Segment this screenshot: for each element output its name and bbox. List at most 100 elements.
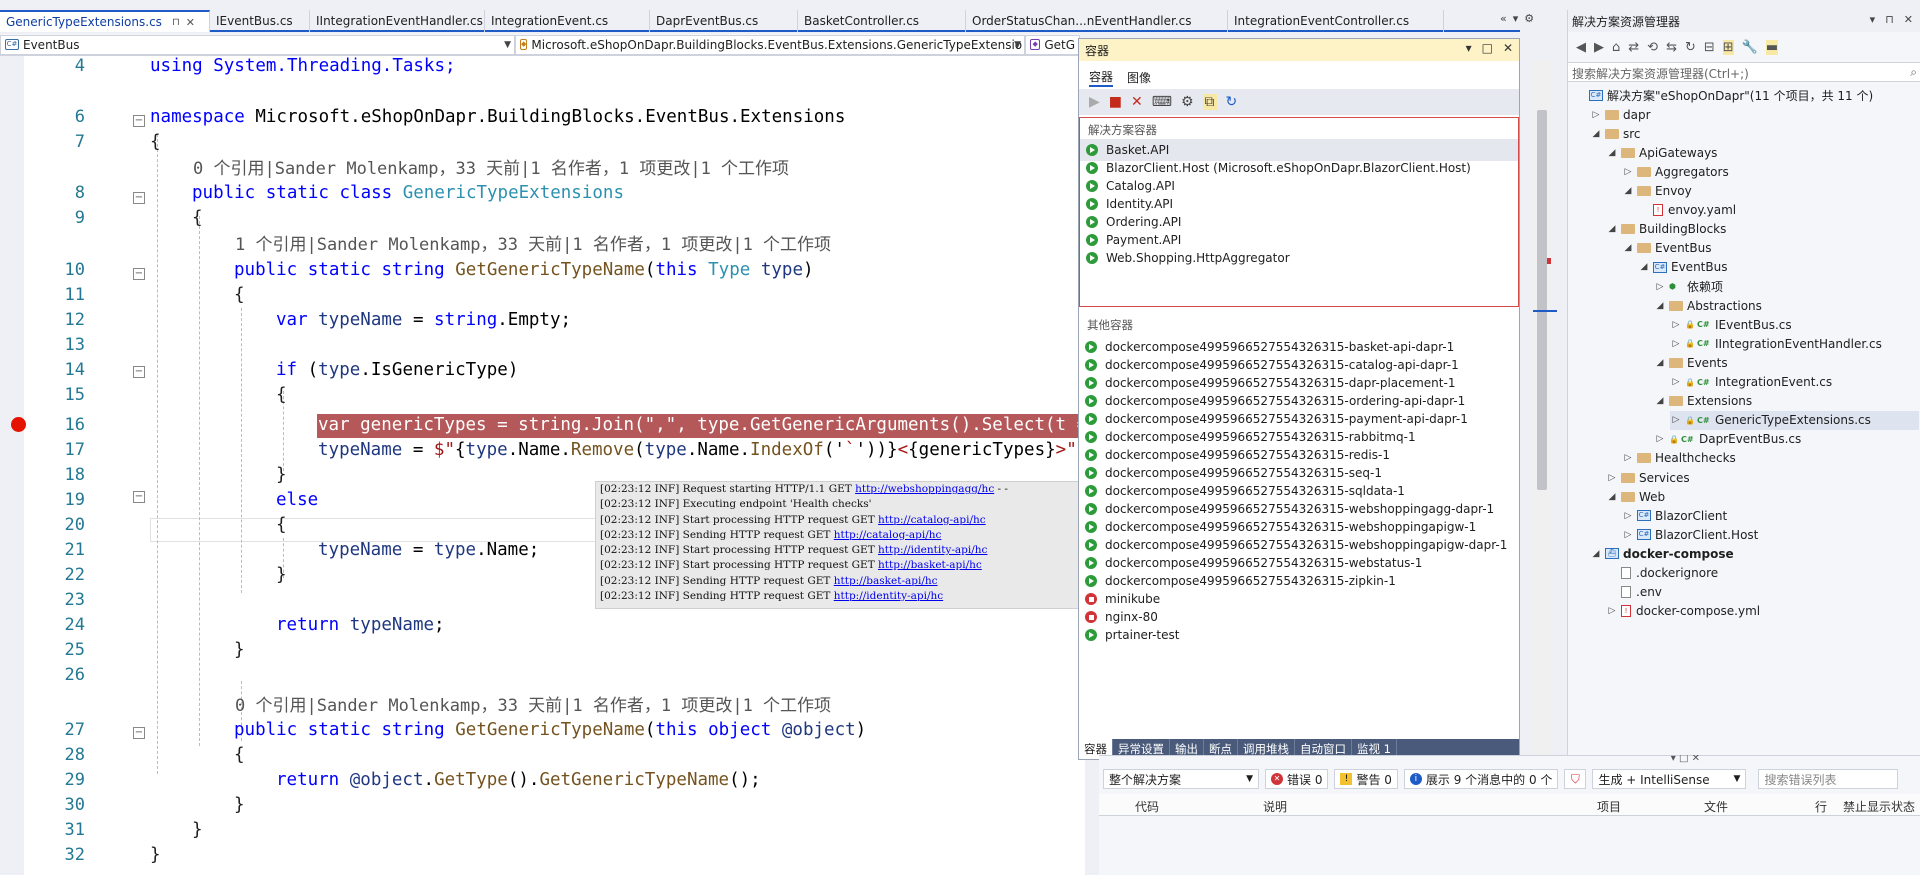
tree-item[interactable]: ▷ 🔒 C# IIntegrationEventHandler.cs <box>1670 334 1919 353</box>
project-selector[interactable]: C# EventBus ▼ <box>0 34 515 55</box>
containers-title-bar[interactable]: 容器 ▾ □ ✕ <box>1079 39 1519 61</box>
expand-arrow-icon[interactable]: ◢ <box>1654 358 1666 368</box>
log-link[interactable]: http://catalog-api/hc <box>878 514 986 526</box>
terminal-icon[interactable]: ⌨ <box>1152 94 1172 110</box>
attach-icon[interactable]: ⚙ <box>1181 94 1194 110</box>
tree-item[interactable]: ▷ 🔒 C# DaprEventBus.cs <box>1654 430 1919 449</box>
close-icon[interactable]: ✕ <box>1904 13 1913 26</box>
pending-changes-icon[interactable]: ⟲ <box>1647 40 1658 55</box>
expand-arrow-icon[interactable]: ▷ <box>1622 511 1634 521</box>
expand-arrow-icon[interactable]: ▷ <box>1622 453 1634 463</box>
container-item[interactable]: Web.Shopping.HttpAggregator <box>1080 247 1518 269</box>
tab-orderstatuschan-neventhandler-cs[interactable]: OrderStatusChan...nEventHandler.cs <box>966 10 1228 32</box>
maximize-icon[interactable]: □ <box>1482 41 1493 55</box>
collapse-all-icon[interactable]: ⊟ <box>1704 40 1715 55</box>
show-all-files-icon[interactable]: ⊞ <box>1722 39 1734 55</box>
window-dropdown-icon[interactable]: ▾ <box>1466 41 1472 55</box>
tree-item[interactable]: ◢ Web <box>1606 487 1919 506</box>
warnings-filter-button[interactable]: ! 警告 0 <box>1334 769 1398 789</box>
tree-item[interactable]: ▷ C# BlazorClient.Host <box>1622 525 1919 544</box>
window-dropdown-icon[interactable]: ▾ <box>1870 13 1876 26</box>
tree-item[interactable]: C# 解决方案"eShopOnDapr"(11 个项目，共 11 个) <box>1574 86 1919 105</box>
tree-item[interactable]: ◢ EventBus <box>1622 239 1919 258</box>
log-link[interactable]: http://basket-api/hc <box>834 575 938 587</box>
log-link[interactable]: http://catalog-api/hc <box>834 529 942 541</box>
tree-item[interactable]: ◢ C# EventBus <box>1638 258 1919 277</box>
column-header-description[interactable]: 说明 <box>1263 798 1287 815</box>
build-source-dropdown[interactable]: 生成 + IntelliSense ▼ <box>1592 769 1747 789</box>
tree-item[interactable]: .dockerignore <box>1606 564 1919 583</box>
column-header-line[interactable]: 行 <box>1815 798 1827 815</box>
tab-integrationevent-cs[interactable]: IntegrationEvent.cs <box>485 10 650 32</box>
tree-item[interactable]: ◢ Extensions <box>1654 392 1919 411</box>
tab-containers[interactable]: 容器 <box>1089 68 1114 87</box>
tab-integrationeventcontroller-cs[interactable]: IntegrationEventController.cs <box>1228 10 1444 32</box>
tab-images[interactable]: 图像 <box>1127 69 1151 86</box>
home-icon[interactable]: ⌂ <box>1612 40 1620 55</box>
log-link[interactable]: http://identity-api/hc <box>878 544 987 556</box>
preview-icon[interactable]: ▬ <box>1765 39 1779 55</box>
filter-icon[interactable]: ⛉ <box>1564 769 1587 789</box>
tab-ieventbus-cs[interactable]: IEventBus.cs <box>210 10 310 32</box>
tree-item[interactable]: ▷ 🔒 C# IEventBus.cs <box>1670 315 1919 334</box>
tree-item[interactable]: ◢ Abstractions <box>1654 296 1919 315</box>
column-header-suppression[interactable]: 禁止显示状态 <box>1843 798 1915 815</box>
solution-search-input[interactable]: 搜索解决方案资源管理器(Ctrl+;) ⌕ <box>1568 62 1920 82</box>
log-link[interactable]: http://webshoppingagg/hc <box>855 483 994 495</box>
tree-item[interactable]: ▷ C# BlazorClient <box>1622 506 1919 525</box>
expand-arrow-icon[interactable]: ▷ <box>1670 339 1682 349</box>
expand-arrow-icon[interactable]: ▷ <box>1670 377 1682 387</box>
tab-basketcontroller-cs[interactable]: BasketController.cs <box>798 10 966 32</box>
column-header-file[interactable]: 文件 <box>1704 798 1728 815</box>
tree-item[interactable]: ◢ BuildingBlocks <box>1606 220 1919 239</box>
type-selector[interactable]: ◆ Microsoft.eShopOnDapr.BuildingBlocks.E… <box>515 34 1025 55</box>
tree-item[interactable]: ◢ Events <box>1654 353 1919 372</box>
column-header-project[interactable]: 项目 <box>1597 798 1621 815</box>
tree-item[interactable]: ◢ ⛴ docker-compose <box>1590 544 1919 563</box>
tree-item[interactable]: ◢ src <box>1590 124 1919 143</box>
tree-item[interactable]: ▷ Services <box>1606 468 1919 487</box>
container-item[interactable]: prtainer-test <box>1079 624 1517 646</box>
expand-arrow-icon[interactable]: ▷ <box>1670 415 1682 425</box>
close-icon[interactable]: ✕ <box>1503 41 1513 55</box>
tab-dapreventbus-cs[interactable]: DaprEventBus.cs <box>650 10 798 32</box>
expand-arrow-icon[interactable]: ◢ <box>1590 129 1602 139</box>
switch-views-icon[interactable]: ⇄ <box>1628 40 1639 55</box>
start-icon[interactable]: ▶ <box>1089 94 1100 110</box>
pin-icon[interactable]: ⊓ <box>1885 13 1894 26</box>
codelens-method[interactable]: 0 个引用|Sander Molenkamp，33 天前|1 名作者，1 项更改… <box>235 694 831 719</box>
tree-item[interactable]: ▷ dapr <box>1590 105 1919 124</box>
expand-arrow-icon[interactable]: ◢ <box>1622 186 1634 196</box>
delete-icon[interactable]: ✕ <box>1131 94 1143 110</box>
messages-filter-button[interactable]: i 展示 9 个消息中的 0 个 <box>1403 769 1559 789</box>
scope-dropdown[interactable]: 整个解决方案 ▼ <box>1103 769 1259 789</box>
expand-arrow-icon[interactable]: ▷ <box>1670 320 1682 330</box>
tab-dropdown-icon[interactable]: ▾ <box>1513 12 1519 30</box>
close-tab-icon[interactable]: ✕ <box>186 16 195 29</box>
tree-item[interactable]: ▷! docker-compose.yml <box>1606 602 1919 621</box>
tree-item[interactable]: ◢ ApiGateways <box>1606 143 1919 162</box>
errors-filter-button[interactable]: ✕ 错误 0 <box>1265 769 1329 789</box>
tree-item[interactable]: ▷ Healthchecks <box>1622 449 1919 468</box>
tab-generictypeextensions-cs[interactable]: GenericTypeExtensions.cs ⊓ ✕ <box>0 10 210 32</box>
solution-explorer-title-bar[interactable]: 解决方案资源管理器 ▾ ⊓ ✕ <box>1568 10 1920 32</box>
expand-arrow-icon[interactable]: ▷ <box>1606 606 1618 616</box>
properties-icon[interactable]: 🔧 <box>1742 40 1758 55</box>
member-selector[interactable]: ◆ GetG <box>1025 34 1080 55</box>
tree-item[interactable]: ▷ Aggregators <box>1622 162 1919 181</box>
back-icon[interactable]: ◀ <box>1576 40 1586 55</box>
scrollbar-thumb[interactable] <box>1537 110 1547 490</box>
tab-overflow-icon[interactable]: « <box>1500 12 1507 30</box>
copy-files-icon[interactable]: ⧉ <box>1202 94 1217 110</box>
refresh-icon[interactable]: ↻ <box>1685 40 1696 55</box>
stop-icon[interactable]: ■ <box>1109 94 1122 110</box>
expand-arrow-icon[interactable]: ◢ <box>1622 243 1634 253</box>
expand-arrow-icon[interactable]: ◢ <box>1606 492 1618 502</box>
expand-arrow-icon[interactable]: ◢ <box>1654 301 1666 311</box>
pin-icon[interactable]: ⊓ <box>172 17 180 28</box>
sync-icon[interactable]: ⇆ <box>1666 40 1677 55</box>
expand-arrow-icon[interactable]: ◢ <box>1590 549 1602 559</box>
tab-settings-icon[interactable]: ⚙ <box>1524 12 1534 30</box>
expand-arrow-icon[interactable]: ▷ <box>1590 110 1602 120</box>
expand-arrow-icon[interactable]: ▷ <box>1606 473 1618 483</box>
